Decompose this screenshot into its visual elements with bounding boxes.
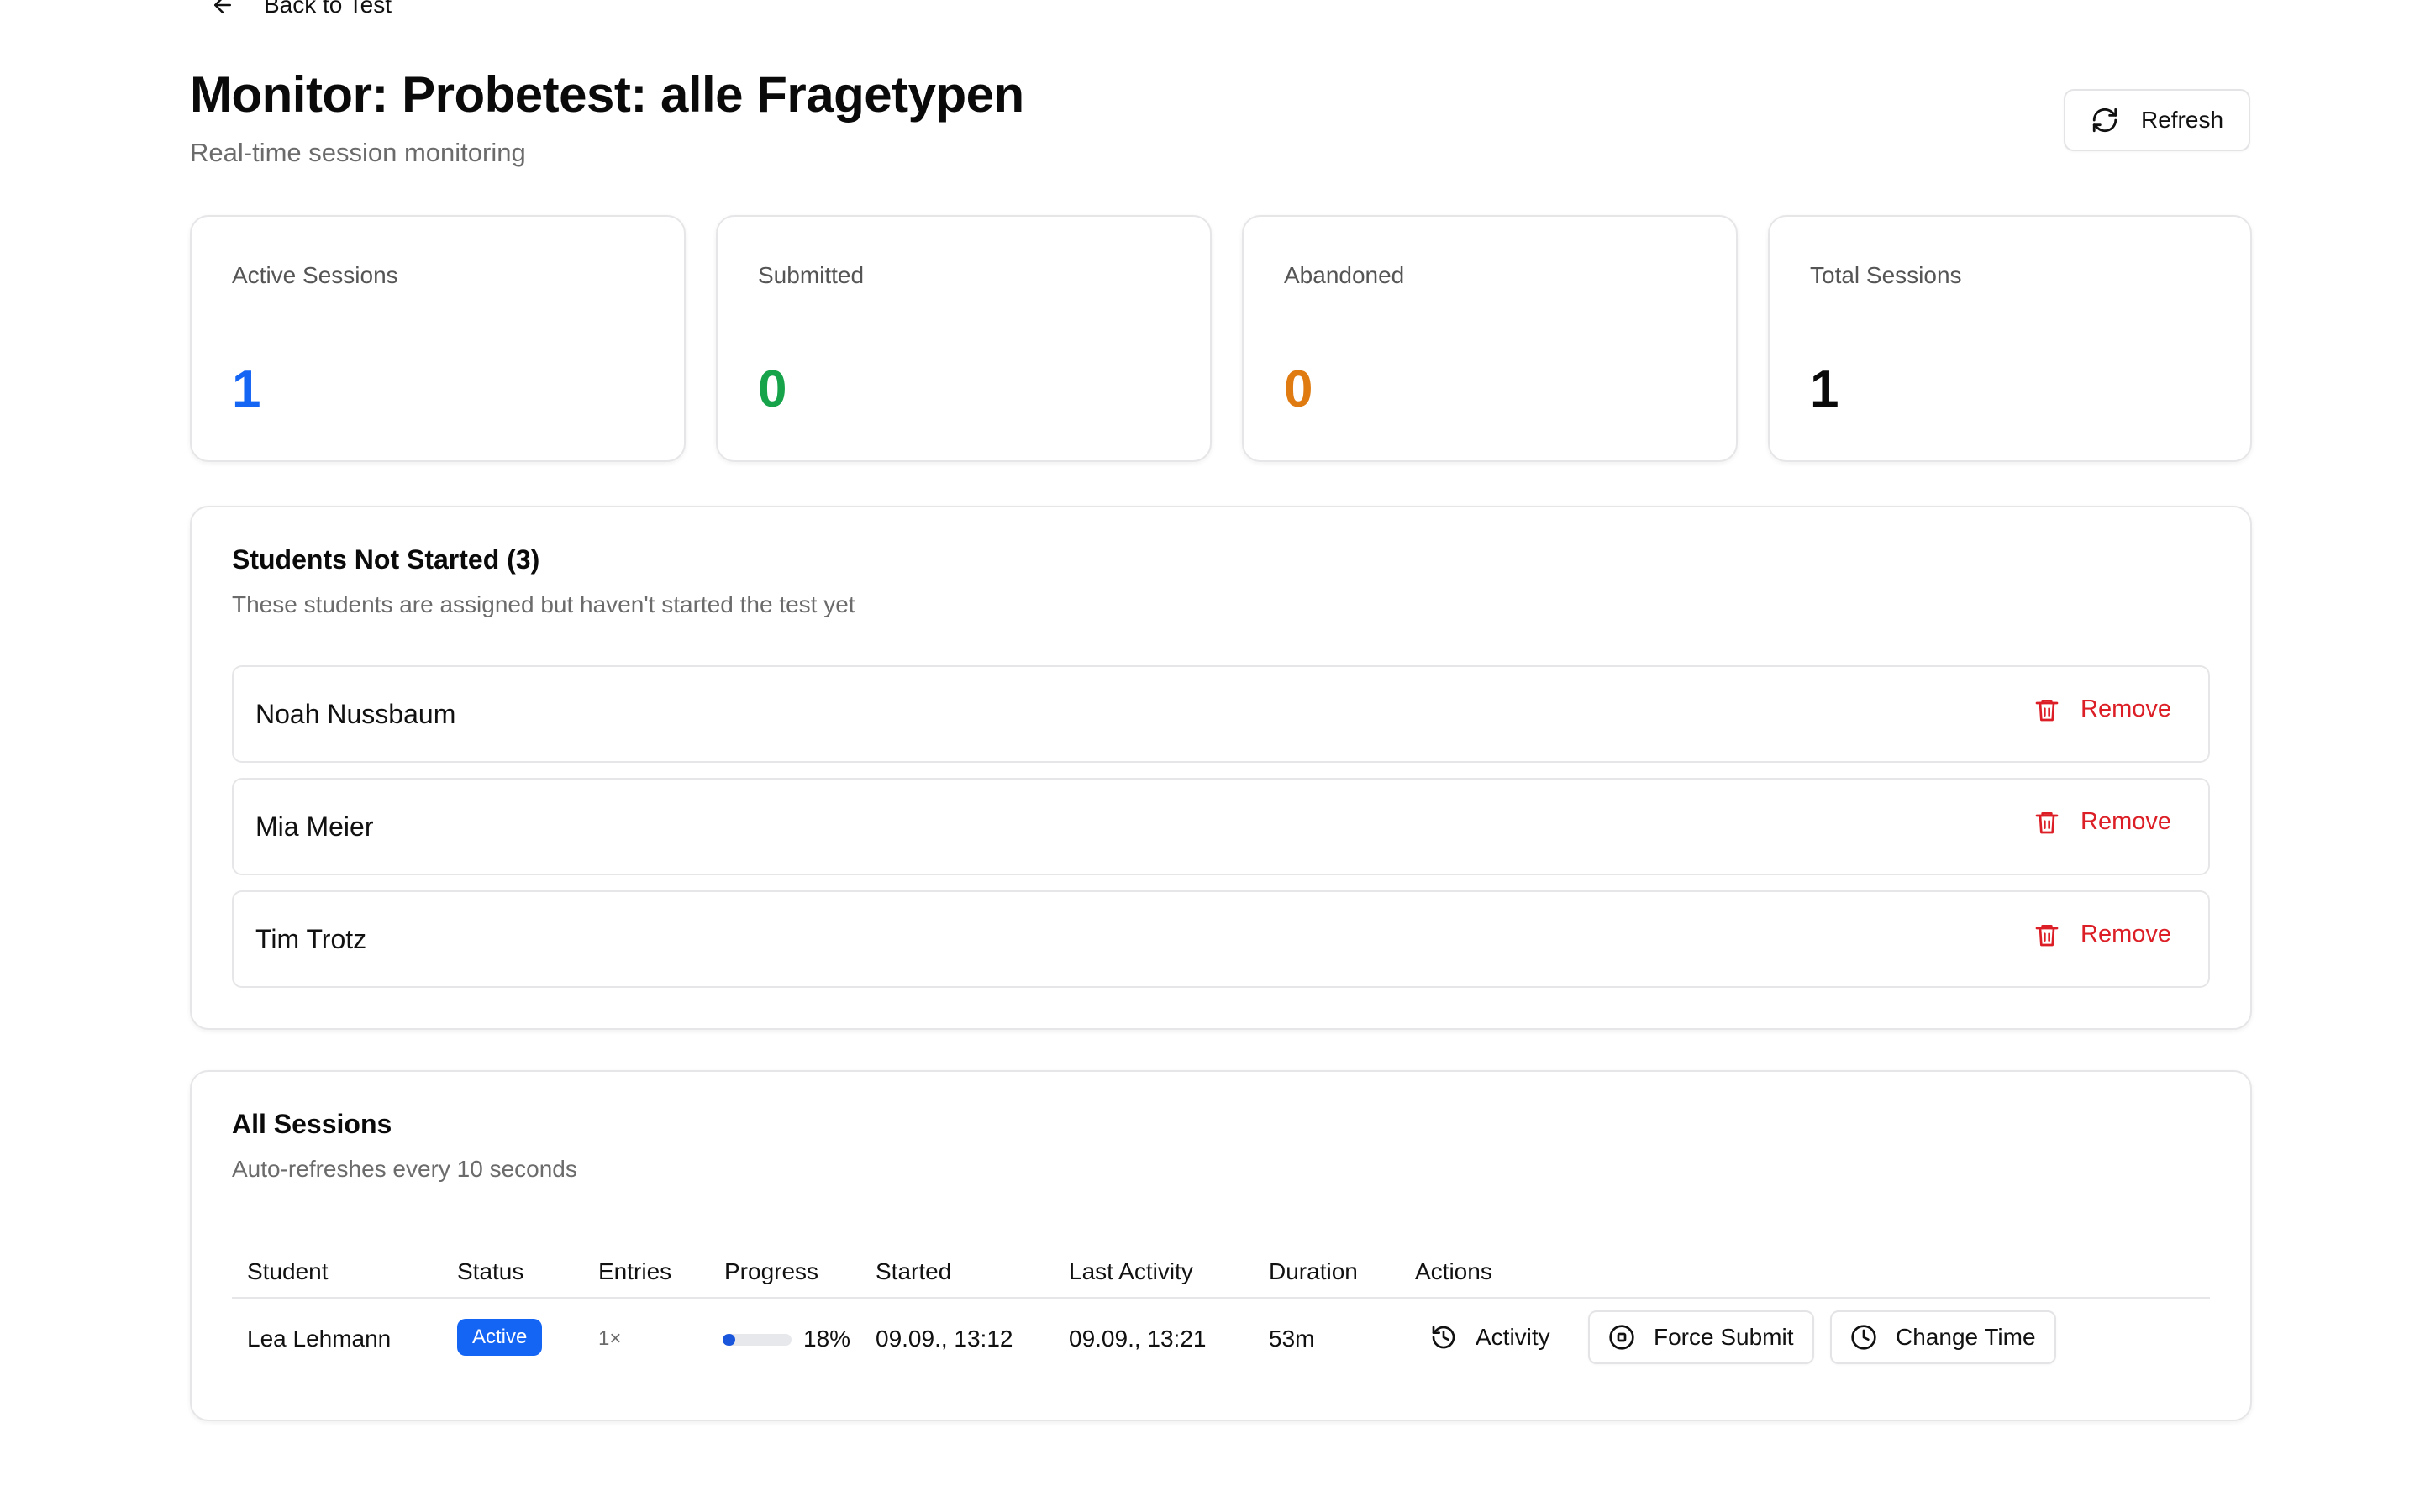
remove-label: Remove (2081, 696, 2171, 722)
column-header-last-activity: Last Activity (1069, 1258, 1193, 1284)
force-submit-label: Force Submit (1654, 1324, 1794, 1350)
stat-card-active-sessions: Active Sessions 1 (190, 215, 686, 462)
list-item: Noah Nussbaum Remove (232, 665, 2210, 763)
stat-card-abandoned: Abandoned 0 (1242, 215, 1738, 462)
column-header-actions: Actions (1415, 1258, 1492, 1284)
student-name: Noah Nussbaum (255, 699, 456, 729)
back-to-test-label: Back to Test (264, 0, 392, 18)
status-badge: Active (457, 1319, 543, 1356)
page-subtitle: Real-time session monitoring (190, 138, 526, 167)
panel-title: All Sessions (232, 1109, 392, 1139)
refresh-label: Refresh (2140, 107, 2224, 133)
force-submit-button[interactable]: Force Submit (1588, 1310, 1814, 1364)
progress-bar (723, 1334, 792, 1346)
cell-started: 09.09., 13:12 (876, 1326, 1013, 1352)
panel-description: These students are assigned but haven't … (232, 591, 855, 617)
stat-value: 0 (758, 360, 787, 418)
progress-bar-fill (723, 1334, 735, 1346)
column-header-student: Student (247, 1258, 329, 1284)
stat-label: Submitted (758, 262, 865, 288)
trash-icon (2035, 924, 2059, 946)
column-header-started: Started (876, 1258, 952, 1284)
history-icon (1432, 1326, 1455, 1349)
stat-label: Abandoned (1284, 262, 1405, 288)
column-header-progress: Progress (724, 1258, 819, 1284)
cell-student: Lea Lehmann (247, 1326, 392, 1352)
remove-button[interactable]: Remove (2033, 921, 2171, 948)
all-sessions-panel: All Sessions Auto-refreshes every 10 sec… (190, 1070, 2252, 1421)
stat-label: Active Sessions (232, 262, 398, 288)
stat-value: 0 (1284, 360, 1313, 418)
clock-icon (1851, 1325, 1876, 1350)
column-header-status: Status (457, 1258, 524, 1284)
column-header-duration: Duration (1269, 1258, 1358, 1284)
activity-button[interactable]: Activity (1410, 1310, 1570, 1364)
progress-label: 18% (803, 1326, 851, 1352)
change-time-label: Change Time (1896, 1324, 2036, 1350)
list-item: Mia Meier Remove (232, 778, 2210, 875)
refresh-icon (2092, 108, 2118, 133)
student-name: Tim Trotz (255, 924, 367, 954)
trash-icon (2035, 811, 2059, 833)
cell-entries: 1× (598, 1327, 622, 1350)
panel-title: Students Not Started (3) (232, 544, 540, 575)
remove-label: Remove (2081, 921, 2171, 948)
trash-icon (2035, 699, 2059, 721)
stat-label: Total Sessions (1810, 262, 1962, 288)
stat-value: 1 (232, 360, 261, 418)
table-divider (232, 1297, 2210, 1299)
activity-label: Activity (1476, 1324, 1550, 1350)
stat-value: 1 (1810, 360, 1839, 418)
column-header-entries: Entries (598, 1258, 672, 1284)
page-title: Monitor: Probetest: alle Fragetypen (190, 66, 1024, 123)
remove-button[interactable]: Remove (2033, 696, 2171, 723)
refresh-button[interactable]: Refresh (2064, 89, 2250, 151)
cell-last-activity: 09.09., 13:21 (1069, 1326, 1207, 1352)
remove-button[interactable]: Remove (2033, 808, 2171, 836)
arrow-left-icon (214, 0, 231, 13)
change-time-button[interactable]: Change Time (1830, 1310, 2056, 1364)
students-not-started-panel: Students Not Started (3) These students … (190, 506, 2252, 1030)
panel-description: Auto-refreshes every 10 seconds (232, 1156, 577, 1182)
remove-label: Remove (2081, 808, 2171, 835)
stop-circle-icon (1609, 1325, 1634, 1350)
cell-duration: 53m (1269, 1326, 1315, 1352)
list-item: Tim Trotz Remove (232, 890, 2210, 988)
stat-card-total-sessions: Total Sessions 1 (1768, 215, 2252, 462)
back-to-test-link[interactable]: Back to Test (210, 0, 392, 18)
stat-card-submitted: Submitted 0 (716, 215, 1212, 462)
student-name: Mia Meier (255, 811, 374, 842)
